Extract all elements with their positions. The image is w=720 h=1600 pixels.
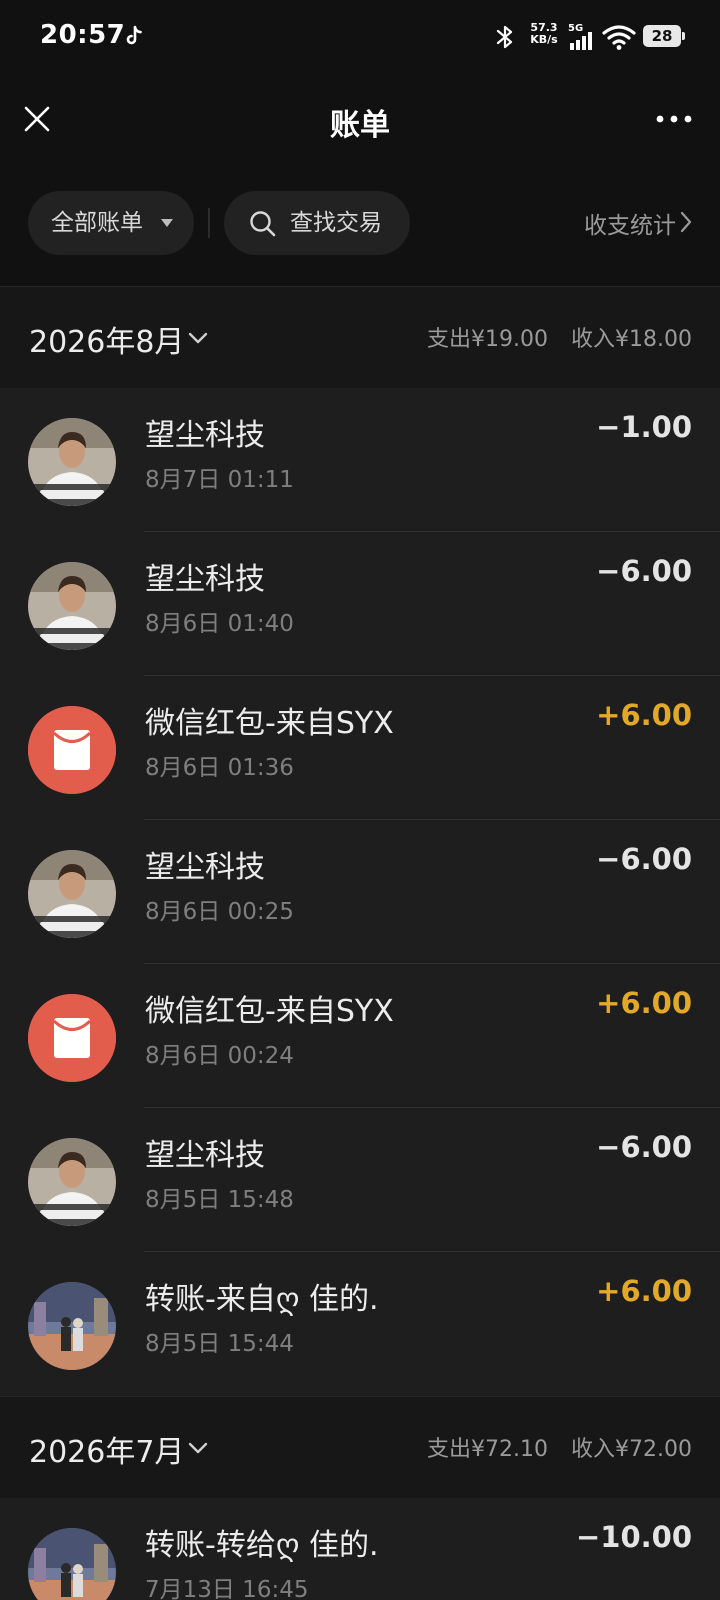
page-title: 账单 [330, 108, 390, 143]
transaction-amount: −10.00 [575, 1520, 692, 1554]
search-icon [250, 211, 276, 237]
transaction-name: 望尘科技 [145, 850, 265, 885]
person-photo-icon [28, 1138, 116, 1226]
filter-bar: 全部账单 查找交易 收支统计 [0, 168, 720, 286]
transaction-name: 望尘科技 [145, 1138, 265, 1173]
transaction-row[interactable]: 望尘科技 8月6日 01:40 −6.00 [0, 532, 720, 676]
transaction-amount: −6.00 [596, 554, 692, 588]
month-label: 2026年8月 [29, 325, 185, 360]
transaction-list-jul: 转账-转给ღ 佳的. 7月13日 16:45 −10.00 [0, 1498, 720, 1600]
avatar [28, 706, 116, 794]
transaction-name: 转账-转给ღ 佳的. [145, 1528, 379, 1563]
transaction-row[interactable]: 转账-转给ღ 佳的. 7月13日 16:45 −10.00 [0, 1498, 720, 1600]
transaction-time: 8月7日 01:11 [145, 467, 294, 493]
transaction-row[interactable]: 微信红包-来自SYX 8月6日 01:36 +6.00 [0, 676, 720, 820]
status-time: 20:57 [40, 20, 126, 50]
transaction-row[interactable]: 转账-来自ღ 佳的. 8月5日 15:44 +6.00 [0, 1252, 720, 1396]
battery-indicator: 28 [643, 25, 681, 47]
more-icon[interactable] [654, 112, 694, 126]
chevron-right-icon[interactable] [680, 211, 692, 233]
avatar [28, 850, 116, 938]
chevron-down-icon [188, 332, 208, 344]
transaction-row[interactable]: 望尘科技 8月5日 15:48 −6.00 [0, 1108, 720, 1252]
search-label: 查找交易 [290, 210, 382, 236]
net-speed-unit: KB/s [530, 33, 558, 46]
top-bar: 账单 [0, 76, 720, 168]
status-bar: 20:57 57.3 KB/s 5G 28 [0, 0, 720, 76]
transaction-name: 微信红包-来自SYX [145, 706, 394, 741]
search-transactions-button[interactable]: 查找交易 [224, 191, 410, 255]
red-packet-icon [28, 706, 116, 794]
avatar [28, 994, 116, 1082]
month-income: 收入¥18.00 [571, 327, 692, 352]
chevron-down-icon [188, 1442, 208, 1454]
transaction-name: 望尘科技 [145, 418, 265, 453]
transaction-amount: +6.00 [596, 1274, 692, 1308]
wifi-icon [602, 25, 636, 50]
red-packet-icon [28, 994, 116, 1082]
transaction-time: 7月13日 16:45 [145, 1577, 309, 1600]
status-icons: 57.3 KB/s 5G 28 [480, 18, 720, 54]
net-speed: 57.3 KB/s [526, 22, 562, 46]
all-bills-label: 全部账单 [51, 210, 143, 236]
filter-divider [208, 208, 210, 238]
transaction-time: 8月5日 15:48 [145, 1187, 294, 1213]
transaction-amount: −1.00 [596, 410, 692, 444]
month-summary: 支出¥72.10 收入¥72.00 [411, 1431, 692, 1463]
person-photo-icon [28, 562, 116, 650]
month-income: 收入¥72.00 [571, 1437, 692, 1462]
avatar [28, 1528, 116, 1600]
transaction-time: 8月6日 00:24 [145, 1043, 294, 1069]
month-header-jul[interactable]: 2026年7月 支出¥72.10 收入¥72.00 [0, 1396, 720, 1498]
transaction-amount: +6.00 [596, 986, 692, 1020]
transaction-name: 微信红包-来自SYX [145, 994, 394, 1029]
transaction-row[interactable]: 望尘科技 8月7日 01:11 −1.00 [0, 388, 720, 532]
month-expense: 支出¥72.10 [427, 1437, 549, 1462]
month-header-aug[interactable]: 2026年8月 支出¥19.00 收入¥18.00 [0, 286, 720, 388]
couple-photo-icon [28, 1282, 116, 1370]
transaction-name: 望尘科技 [145, 562, 265, 597]
bluetooth-icon [496, 25, 513, 49]
transaction-time: 8月6日 01:40 [145, 611, 294, 637]
avatar [28, 562, 116, 650]
couple-photo-icon [28, 1528, 116, 1600]
transaction-time: 8月6日 01:36 [145, 755, 294, 781]
avatar [28, 418, 116, 506]
transaction-amount: +6.00 [596, 698, 692, 732]
month-summary: 支出¥19.00 收入¥18.00 [411, 321, 692, 353]
month-expense: 支出¥19.00 [427, 327, 549, 352]
transaction-amount: −6.00 [596, 842, 692, 876]
transaction-amount: −6.00 [596, 1130, 692, 1164]
income-expense-stats-link[interactable]: 收支统计 [584, 206, 676, 240]
caret-down-icon [161, 219, 173, 227]
signal-icon [570, 32, 592, 50]
transaction-time: 8月5日 15:44 [145, 1331, 294, 1357]
tiktok-icon [126, 25, 142, 45]
transaction-row[interactable]: 微信红包-来自SYX 8月6日 00:24 +6.00 [0, 964, 720, 1108]
avatar [28, 1282, 116, 1370]
month-label: 2026年7月 [29, 1435, 185, 1470]
battery-tip [682, 32, 685, 40]
person-photo-icon [28, 850, 116, 938]
person-photo-icon [28, 418, 116, 506]
transaction-row[interactable]: 望尘科技 8月6日 00:25 −6.00 [0, 820, 720, 964]
avatar [28, 1138, 116, 1226]
transaction-time: 8月6日 00:25 [145, 899, 294, 925]
transaction-name: 转账-来自ღ 佳的. [145, 1282, 379, 1317]
transaction-list-aug: 望尘科技 8月7日 01:11 −1.00 望尘科技 8月6日 01:40 −6… [0, 388, 720, 1396]
all-bills-dropdown[interactable]: 全部账单 [28, 191, 194, 255]
